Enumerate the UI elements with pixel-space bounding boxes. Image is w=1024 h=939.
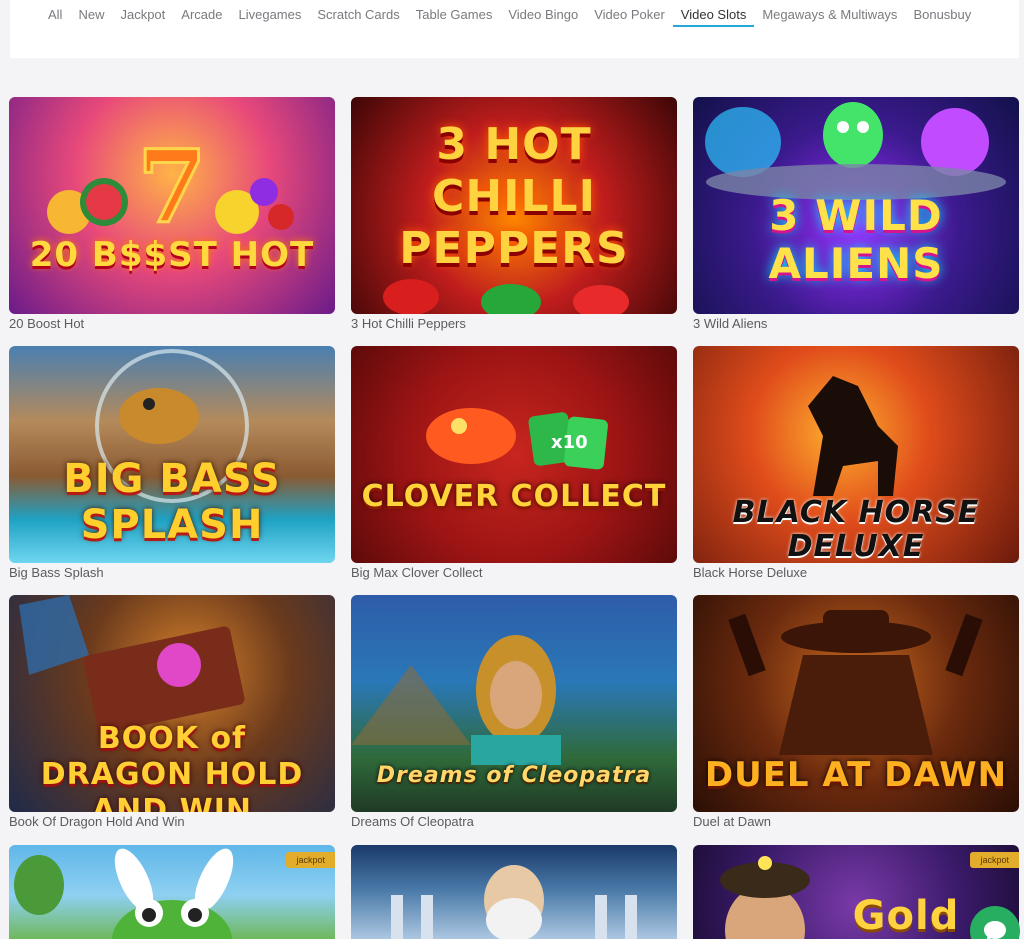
game-art-title: BIG BASS SPLASH [63, 456, 281, 548]
game-card[interactable]: BOOK of DRAGON HOLD AND WIN Book Of Drag… [9, 595, 335, 830]
game-title[interactable]: 3 Hot Chilli Peppers [351, 315, 677, 332]
game-thumbnail[interactable]: BLACK HORSE DELUXE [693, 346, 1019, 563]
game-card[interactable]: x10 CLOVER COLLECT Big Max Clover Collec… [351, 346, 677, 581]
game-title[interactable]: Big Max Clover Collect [351, 564, 677, 581]
game-card[interactable]: 3 HOT CHILLI PEPPERS 3 Hot Chilli Pepper… [351, 97, 677, 332]
tab-all[interactable]: All [48, 7, 70, 27]
tab-megaways-multiways[interactable]: Megaways & Multiways [754, 7, 905, 27]
game-title[interactable]: Duel at Dawn [693, 813, 1019, 830]
game-thumbnail[interactable]: DUEL AT DAWN [693, 595, 1019, 812]
tab-video-poker[interactable]: Video Poker [586, 7, 673, 27]
game-title[interactable]: Book Of Dragon Hold And Win [9, 813, 335, 830]
tab-arcade[interactable]: Arcade [173, 7, 230, 27]
tab-scratch-cards[interactable]: Scratch Cards [309, 7, 407, 27]
tab-livegames[interactable]: Livegames [230, 7, 309, 27]
game-art-title: Dreams of Cleopatra [376, 763, 652, 788]
jackpot-badge: jackpot [286, 852, 335, 868]
game-card[interactable]: BIG BASS SPLASH Big Bass Splash [9, 346, 335, 581]
svg-text:7: 7 [137, 128, 207, 246]
game-art-title: CLOVER COLLECT [361, 479, 667, 514]
game-art-title: DUEL AT DAWN [704, 755, 1008, 795]
game-art-title: 3 WILD ALIENS [768, 191, 944, 288]
game-art-title: BLACK HORSE DELUXE [732, 495, 980, 564]
game-card[interactable]: 7 20 B$$ST HOT 20 Boost Hot [9, 97, 335, 332]
game-art-title: BOOK of DRAGON HOLD AND WIN [40, 721, 304, 812]
zeus-art [391, 865, 637, 939]
game-thumbnail[interactable]: 3 HOT CHILLI PEPPERS [351, 97, 677, 314]
fruit-art: 7 [47, 127, 294, 248]
category-bar: All New Jackpot Arcade Livegames Scratch… [10, 0, 1019, 58]
game-thumbnail[interactable]: jackpot [9, 845, 335, 939]
game-card[interactable]: jackpot [9, 845, 335, 939]
tab-new[interactable]: New [70, 7, 112, 27]
game-title[interactable]: Big Bass Splash [9, 564, 335, 581]
jackpot-badge: jackpot [970, 852, 1019, 868]
chat-bubble-icon [984, 921, 1006, 939]
category-tabs: All New Jackpot Arcade Livegames Scratch… [48, 7, 979, 27]
game-thumbnail[interactable]: BIG BASS SPLASH [9, 346, 335, 563]
svg-text:x10: x10 [551, 432, 588, 453]
game-card[interactable]: Dreams of Cleopatra Dreams Of Cleopatra [351, 595, 677, 830]
game-thumbnail[interactable]: 3 WILD ALIENS [693, 97, 1019, 314]
game-thumbnail[interactable] [351, 845, 677, 939]
game-card[interactable] [351, 845, 677, 939]
tab-video-slots[interactable]: Video Slots [672, 7, 755, 27]
game-thumbnail[interactable]: x10 CLOVER COLLECT [351, 346, 677, 563]
game-art-title: 20 B$$ST HOT [29, 235, 315, 275]
clover-art: x10 [426, 408, 608, 470]
game-thumbnail[interactable]: BOOK of DRAGON HOLD AND WIN [9, 595, 335, 812]
tab-bonusbuy[interactable]: Bonusbuy [905, 7, 979, 27]
game-card[interactable]: BLACK HORSE DELUXE Black Horse Deluxe [693, 346, 1019, 581]
game-card[interactable]: DUEL AT DAWN Duel at Dawn [693, 595, 1019, 830]
tab-video-bingo[interactable]: Video Bingo [500, 7, 586, 27]
game-thumbnail[interactable]: 7 20 B$$ST HOT [9, 97, 335, 314]
game-title[interactable]: 3 Wild Aliens [693, 315, 1019, 332]
game-card[interactable]: 3 WILD ALIENS 3 Wild Aliens [693, 97, 1019, 332]
game-title[interactable]: 20 Boost Hot [9, 315, 335, 332]
tab-jackpot[interactable]: Jackpot [112, 7, 173, 27]
game-title[interactable]: Dreams Of Cleopatra [351, 813, 677, 830]
tab-table-games[interactable]: Table Games [408, 7, 501, 27]
game-art-title: 3 HOT CHILLI PEPPERS [399, 119, 629, 274]
game-thumbnail[interactable]: Dreams of Cleopatra [351, 595, 677, 812]
game-title[interactable]: Black Horse Deluxe [693, 564, 1019, 581]
